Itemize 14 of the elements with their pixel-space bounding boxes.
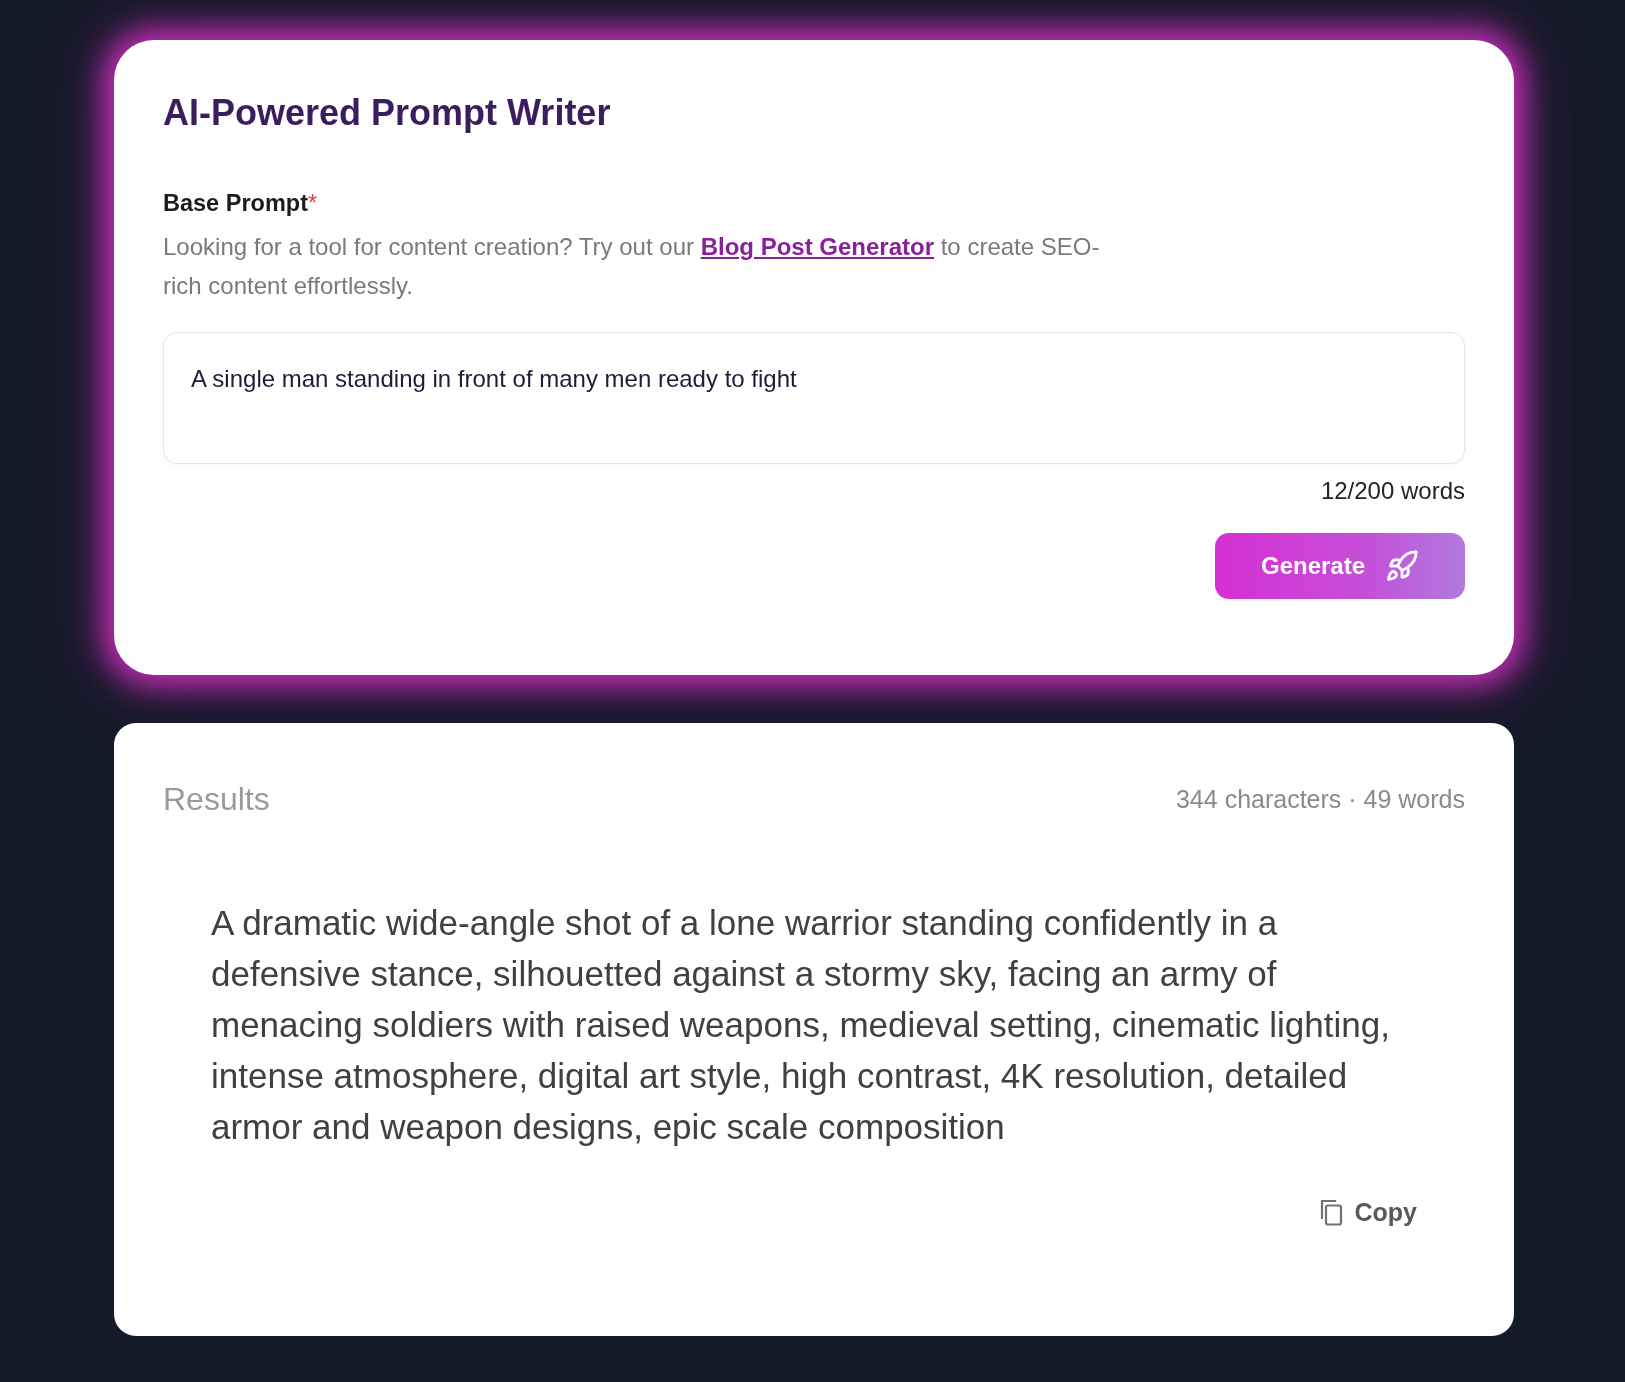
page-title: AI-Powered Prompt Writer xyxy=(163,91,612,135)
results-title: Results xyxy=(163,780,270,819)
field-label: Base Prompt xyxy=(163,189,308,218)
required-mark: * xyxy=(307,189,318,218)
result-text: A dramatic wide-angle shot of a lone warrior standing confidently in a defensive stance, silhouetted against a stormy sky, facing an army of menacing soldiers with raised weapons, medieval setting, cinematic lighting, intense atmosphere, digital art style, high contrast, 4K resolution, detailed armor and weapon designs, epic scale composition xyxy=(210,902,1391,1148)
helper-text: Looking for a tool for content creation? Try out our Blog Post Generator to create SEO-rich content effortlessly. xyxy=(163,232,1101,301)
copy-button[interactable]: Copy xyxy=(1319,1198,1417,1227)
rocket-icon xyxy=(1385,549,1420,583)
result-stats: 344 characters · 49 words xyxy=(1175,784,1465,814)
copy-icon xyxy=(1319,1199,1343,1226)
word-count: 12/200 words xyxy=(1320,476,1465,506)
prompt-field[interactable]: A single man standing in front of many men ready to fight xyxy=(163,332,1465,464)
blog-post-link[interactable]: Blog Post Generator xyxy=(700,233,935,260)
generate-button[interactable]: Generate xyxy=(1215,533,1465,599)
